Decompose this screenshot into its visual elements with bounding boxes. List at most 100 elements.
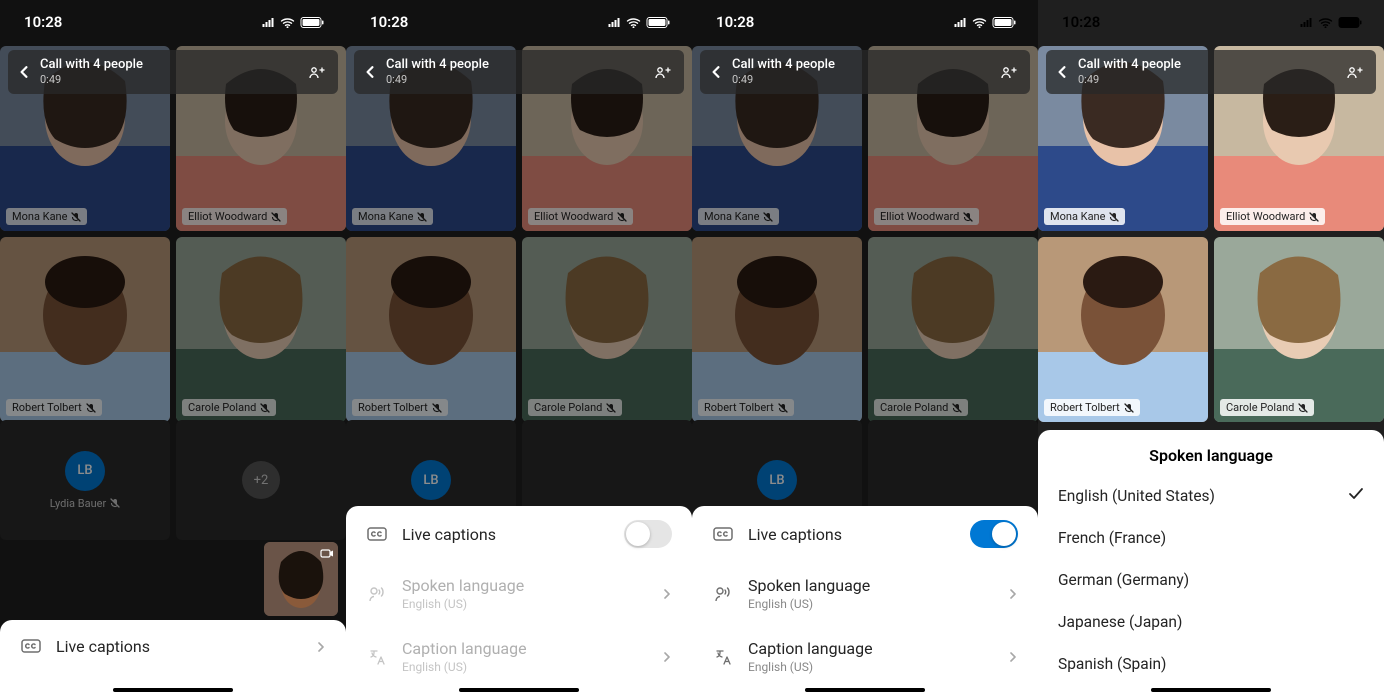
avatar: LB (757, 460, 797, 500)
call-duration: 0:49 (40, 73, 143, 86)
mic-off-icon (260, 403, 270, 413)
bottom-row: LB Lydia Bauer +2 (0, 420, 346, 540)
mic-off-icon (432, 403, 442, 413)
language-sheet: Spoken language English (United States) … (1038, 430, 1384, 698)
people-button[interactable] (1342, 60, 1366, 84)
language-option[interactable]: Japanese (Japan) (1038, 601, 1384, 643)
mic-off-icon (1124, 403, 1134, 413)
bottom-sheet: Live captions Spoken languageEnglish (US… (346, 506, 692, 698)
frame-entry: Mona Kane Elliot Woodward Robert Tolbert… (0, 0, 346, 698)
live-captions-toggle[interactable] (624, 520, 672, 548)
mic-off-icon (1109, 212, 1119, 222)
live-captions-row[interactable]: Live captions (0, 620, 346, 672)
language-option[interactable]: German (Germany) (1038, 559, 1384, 601)
option-label: German (Germany) (1058, 571, 1189, 589)
call-header: Call with 4 people 0:49 (8, 50, 338, 94)
language-option[interactable]: French (France) (1038, 517, 1384, 559)
status-bar: 10:28 (346, 0, 692, 44)
wifi-icon (972, 17, 987, 28)
live-captions-toggle[interactable] (970, 520, 1018, 548)
frame-captions-off: Mona Kane Elliot Woodward Robert Tolbert… (346, 0, 692, 698)
self-preview[interactable] (264, 542, 338, 616)
option-label: Spanish (Spain) (1058, 655, 1166, 673)
participant-name: Lydia Bauer (50, 497, 120, 510)
status-time: 10:28 (24, 13, 62, 31)
frame-language-picker: Mona Kane Elliot Woodward Robert Tolbert… (1038, 0, 1384, 698)
row-label: Live captions (56, 637, 150, 656)
bottom-sheet: Live captions (0, 620, 346, 698)
people-button[interactable] (304, 60, 328, 84)
home-indicator (1151, 688, 1271, 692)
participant-tile[interactable]: Carole Poland (868, 237, 1038, 422)
translate-icon (712, 648, 734, 666)
back-icon[interactable] (1056, 66, 1068, 78)
battery-icon (992, 17, 1016, 28)
bottom-sheet: Live captions Spoken languageEnglish (US… (692, 506, 1038, 698)
chevron-right-icon (1008, 647, 1018, 666)
mic-off-icon (617, 212, 627, 222)
back-icon[interactable] (18, 66, 30, 78)
row-label: Caption language (402, 639, 527, 658)
home-indicator (459, 688, 579, 692)
people-button[interactable] (996, 60, 1020, 84)
status-bar: 10:28 (0, 0, 346, 44)
row-sublabel: English (US) (748, 660, 873, 674)
live-captions-row[interactable]: Live captions (346, 506, 692, 562)
signal-icon (607, 17, 621, 27)
row-label: Caption language (748, 639, 873, 658)
mic-off-icon (1298, 403, 1308, 413)
cc-icon (20, 637, 42, 655)
overflow-tile[interactable]: +2 (176, 420, 346, 540)
chevron-right-icon (316, 637, 326, 656)
language-option[interactable]: Spanish (Spain) (1038, 643, 1384, 685)
back-icon[interactable] (364, 66, 376, 78)
call-duration: 0:49 (1078, 73, 1181, 86)
participant-tile[interactable]: Carole Poland (176, 237, 346, 422)
participant-name: Carole Poland (182, 399, 276, 416)
call-title: Call with 4 people (1078, 58, 1181, 72)
call-header: Call with 4 people0:49 (700, 50, 1030, 94)
chevron-right-icon (1008, 584, 1018, 603)
chevron-right-icon (662, 647, 672, 666)
spoken-language-row[interactable]: Spoken languageEnglish (US) (692, 562, 1038, 625)
call-title: Call with 4 people (732, 58, 835, 72)
avatar: LB (65, 451, 105, 491)
live-captions-row[interactable]: Live captions (692, 506, 1038, 562)
signal-icon (261, 17, 275, 27)
option-label: French (France) (1058, 529, 1166, 547)
speak-icon (366, 585, 388, 603)
mic-off-icon (952, 403, 962, 413)
mic-off-icon (1309, 212, 1319, 222)
participant-tile[interactable]: Robert Tolbert (346, 237, 516, 422)
status-bar: 10:28 (1038, 0, 1384, 44)
caption-language-row[interactable]: Caption language English (US) (692, 625, 1038, 688)
participant-tile[interactable]: Robert Tolbert (1038, 237, 1208, 422)
cc-icon (712, 525, 734, 543)
language-option[interactable]: English (United States) (1038, 475, 1384, 517)
speak-icon (712, 585, 734, 603)
battery-icon (646, 17, 670, 28)
mic-off-icon (71, 212, 81, 222)
participant-tile[interactable]: Carole Poland (522, 237, 692, 422)
translate-icon (366, 648, 388, 666)
participant-tile[interactable]: Robert Tolbert (0, 237, 170, 422)
participant-tile[interactable]: Robert Tolbert (692, 237, 862, 422)
participant-name: Elliot Woodward (182, 208, 287, 225)
call-title: Call with 4 people (40, 58, 143, 72)
wifi-icon (1318, 17, 1333, 28)
back-icon[interactable] (710, 66, 722, 78)
signal-icon (953, 17, 967, 27)
sheet-title: Spoken language (1038, 430, 1384, 475)
participant-name: Robert Tolbert (6, 399, 102, 416)
mic-off-icon (963, 212, 973, 222)
participant-tile-novideo[interactable]: LB Lydia Bauer (0, 420, 170, 540)
status-time: 10:28 (716, 13, 754, 31)
avatar: LB (411, 460, 451, 500)
call-title: Call with 4 people (386, 58, 489, 72)
call-duration: 0:49 (732, 73, 835, 86)
row-sublabel: English (US) (402, 660, 527, 674)
participant-tile[interactable]: Carole Poland (1214, 237, 1384, 422)
people-button[interactable] (650, 60, 674, 84)
spoken-language-row: Spoken languageEnglish (US) (346, 562, 692, 625)
call-header: Call with 4 people0:49 (1046, 50, 1376, 94)
